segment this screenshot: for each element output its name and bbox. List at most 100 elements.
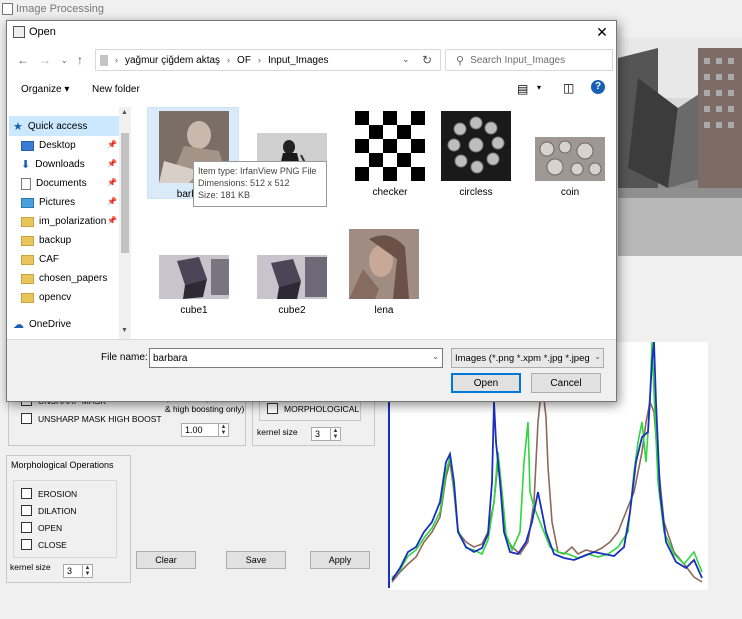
dialog-title: Open bbox=[29, 26, 56, 38]
chevron-down-icon[interactable]: ▾ bbox=[537, 83, 541, 92]
nav-chosen-papers[interactable]: chosen_papers bbox=[21, 269, 107, 288]
scroll-down-icon[interactable]: ▼ bbox=[121, 327, 128, 334]
spin-arrows-icon[interactable]: ▲ ▼ bbox=[218, 424, 228, 436]
new-folder-button[interactable]: New folder bbox=[92, 84, 140, 95]
back-arrow-icon[interactable]: ← bbox=[17, 53, 29, 67]
pictures-icon bbox=[21, 197, 34, 208]
dialog-title-bar: Open ✕ bbox=[7, 21, 616, 43]
chevron-right-icon[interactable]: › bbox=[258, 55, 261, 65]
checkbox[interactable] bbox=[21, 539, 32, 550]
checkbox[interactable] bbox=[21, 413, 32, 424]
chevron-down-icon[interactable]: ⌄ bbox=[402, 54, 410, 65]
save-button[interactable]: Save bbox=[226, 551, 286, 569]
recent-locations-chevron-icon[interactable]: ⌄ bbox=[61, 56, 68, 65]
nav-desktop[interactable]: Desktop bbox=[21, 136, 76, 155]
file-circless[interactable]: circless bbox=[431, 111, 521, 198]
document-icon bbox=[21, 177, 31, 190]
navigation-pane: ★ Quick access Desktop 📌 ⬇ Downloads 📌 Do… bbox=[7, 107, 131, 339]
breadcrumb-of[interactable]: OF bbox=[237, 55, 251, 66]
output-image bbox=[618, 38, 742, 256]
checkbox[interactable] bbox=[21, 505, 32, 516]
nav-downloads[interactable]: ⬇ Downloads bbox=[21, 155, 85, 174]
edge-kernel-stepper[interactable]: 3 ▲ ▼ bbox=[311, 427, 341, 441]
thumbnail-cube2 bbox=[257, 255, 327, 299]
file-tooltip: Item type: IrfanView PNG File Dimensions… bbox=[193, 161, 327, 207]
organize-button[interactable]: Organize ▾ bbox=[21, 84, 69, 95]
clear-button[interactable]: Clear bbox=[136, 551, 196, 569]
pin-icon: 📌 bbox=[107, 197, 117, 206]
file-name-input[interactable]: barbara ⌄ bbox=[149, 348, 443, 368]
nav-backup[interactable]: backup bbox=[21, 231, 71, 250]
morphological-checkbox[interactable]: MORPHOLOGICAL bbox=[267, 403, 359, 414]
unsharp-high-boost-checkbox[interactable]: UNSHARP MASK HIGH BOOST bbox=[21, 413, 162, 424]
checkbox[interactable] bbox=[267, 403, 278, 414]
thumbnail-coin bbox=[535, 137, 605, 181]
open-button[interactable]: Open bbox=[451, 373, 521, 393]
folder-icon bbox=[21, 292, 34, 303]
view-options-icon[interactable]: ▤ bbox=[517, 82, 528, 96]
chevron-right-icon[interactable]: › bbox=[227, 55, 230, 65]
nav-quick-access[interactable]: ★ Quick access bbox=[13, 117, 87, 136]
pin-icon: 📌 bbox=[107, 140, 117, 149]
app-title: Image Processing bbox=[16, 3, 105, 15]
pin-icon: 📌 bbox=[107, 178, 117, 187]
nav-opencv[interactable]: opencv bbox=[21, 288, 71, 307]
erosion-checkbox[interactable]: EROSION bbox=[21, 488, 77, 499]
boost-stepper[interactable]: 1.00 ▲ ▼ bbox=[181, 423, 229, 437]
star-icon: ★ bbox=[13, 121, 23, 133]
morph-kernel-stepper[interactable]: 3 ▲ ▼ bbox=[63, 564, 93, 578]
thumbnail-checker bbox=[355, 111, 425, 181]
folder-icon bbox=[21, 216, 34, 227]
nav-caf[interactable]: CAF bbox=[21, 250, 59, 269]
nav-documents[interactable]: Documents bbox=[21, 174, 87, 193]
edge-kernel-label: kernel size bbox=[257, 427, 298, 437]
dilation-checkbox[interactable]: DILATION bbox=[21, 505, 77, 516]
pin-icon: 📌 bbox=[107, 216, 117, 225]
download-icon: ⬇ bbox=[21, 159, 31, 171]
breadcrumb-user[interactable]: yağmur çiğdem aktaş bbox=[125, 55, 220, 66]
nav-pictures[interactable]: Pictures bbox=[21, 193, 75, 212]
checkbox[interactable] bbox=[21, 488, 32, 499]
folder-icon bbox=[21, 273, 34, 284]
preview-pane-icon[interactable]: ◫ bbox=[563, 81, 574, 95]
file-checker[interactable]: checker bbox=[345, 111, 435, 198]
chevron-down-icon[interactable]: ⌄ bbox=[432, 352, 439, 361]
pin-icon: 📌 bbox=[107, 159, 117, 168]
file-lena[interactable]: lena bbox=[339, 229, 429, 316]
open-file-dialog: Open ✕ ← → ⌄ ↑ › yağmur çiğdem aktaş › O… bbox=[6, 20, 617, 402]
apply-button[interactable]: Apply bbox=[310, 551, 370, 569]
scroll-up-icon[interactable]: ▲ bbox=[121, 109, 128, 116]
command-bar: Organize ▾ New folder ▤ ▾ ◫ ? bbox=[7, 77, 616, 103]
morph-ops-group: Morphological Operations EROSION DILATIO… bbox=[6, 455, 131, 583]
help-icon[interactable]: ? bbox=[591, 80, 605, 94]
file-cube1[interactable]: cube1 bbox=[149, 229, 239, 316]
up-arrow-icon[interactable]: ↑ bbox=[77, 53, 83, 67]
chevron-down-icon[interactable]: ⌄ bbox=[594, 352, 601, 361]
address-bar[interactable]: › yağmur çiğdem aktaş › OF › Input_Image… bbox=[95, 49, 441, 71]
spin-arrows-icon[interactable]: ▲ ▼ bbox=[330, 428, 340, 440]
checkbox[interactable] bbox=[21, 522, 32, 533]
thumbnail-cube1 bbox=[159, 255, 229, 299]
refresh-icon[interactable]: ↻ bbox=[422, 53, 432, 67]
chevron-right-icon[interactable]: › bbox=[115, 55, 118, 65]
cancel-button[interactable]: Cancel bbox=[531, 373, 601, 393]
forward-arrow-icon[interactable]: → bbox=[39, 53, 51, 67]
open-checkbox[interactable]: OPEN bbox=[21, 522, 62, 533]
address-row: ← → ⌄ ↑ › yağmur çiğdem aktaş › OF › Inp… bbox=[7, 47, 616, 73]
file-coin[interactable]: coin bbox=[525, 111, 615, 198]
nav-onedrive[interactable]: ☁ OneDrive bbox=[13, 315, 71, 334]
close-checkbox[interactable]: CLOSE bbox=[21, 539, 67, 550]
app-title-bar: Image Processing bbox=[0, 0, 742, 20]
nav-scroll-thumb[interactable] bbox=[121, 133, 129, 253]
spin-arrows-icon[interactable]: ▲ ▼ bbox=[82, 565, 92, 577]
file-type-select[interactable]: Images (*.png *.xpm *.jpg *.jpeg ⌄ bbox=[451, 348, 604, 368]
search-input[interactable]: ⚲ Search Input_Images bbox=[445, 49, 613, 71]
file-cube2[interactable]: cube2 bbox=[247, 229, 337, 316]
folder-icon bbox=[21, 254, 34, 265]
breadcrumb-input-images[interactable]: Input_Images bbox=[268, 55, 329, 66]
thumbnail-circless bbox=[441, 111, 511, 181]
morph-kernel-label: kernel size bbox=[10, 562, 51, 572]
close-icon[interactable]: ✕ bbox=[593, 23, 611, 41]
folder-icon bbox=[21, 235, 34, 246]
nav-im-polarization[interactable]: im_polarization bbox=[21, 212, 106, 231]
